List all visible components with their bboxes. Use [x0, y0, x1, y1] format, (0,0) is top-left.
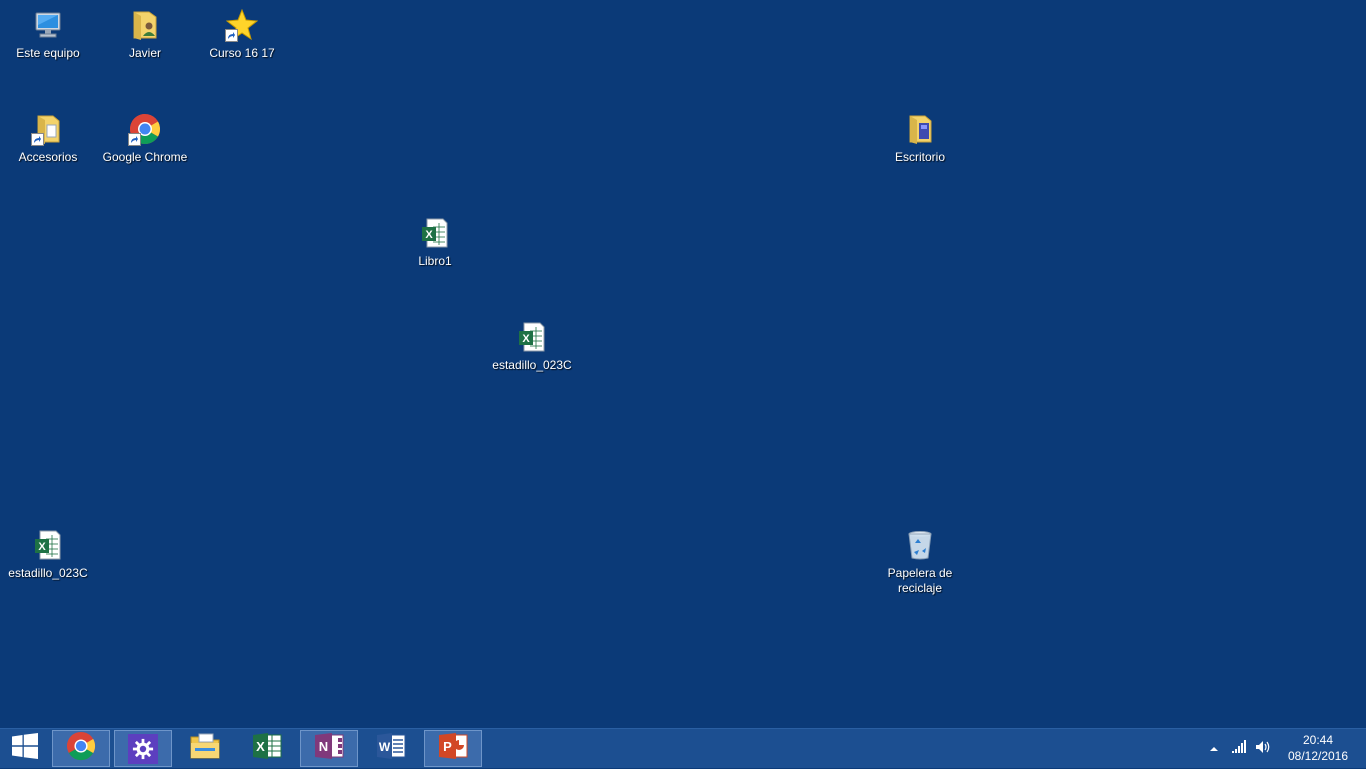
clock-date: 08/12/2016: [1287, 749, 1349, 763]
svg-text:X: X: [425, 229, 433, 241]
svg-text:P: P: [443, 739, 452, 754]
desktop-icon-label: Este equipo: [16, 46, 80, 60]
gear-icon: [128, 733, 158, 764]
desktop-icon-label: Accesorios: [18, 150, 78, 164]
desktop-icon-javier[interactable]: Javier: [97, 8, 193, 61]
svg-text:X: X: [38, 541, 46, 553]
desktop-icon-curso-16-17[interactable]: Curso 16 17: [194, 8, 290, 61]
taskbar-chrome-button[interactable]: [52, 730, 110, 767]
svg-text:N: N: [319, 739, 328, 754]
excel-file-icon: X: [31, 528, 65, 562]
svg-text:X: X: [256, 739, 265, 754]
desktop-icon-label: Javier: [128, 46, 161, 60]
taskbar-excel-button[interactable]: X: [238, 730, 296, 767]
desktop-icon-label: Escritorio: [894, 150, 945, 164]
desktop-icon-escritorio[interactable]: Escritorio: [872, 112, 968, 165]
desktop-icon-estadillo-023c[interactable]: X estadillo_023C: [484, 320, 580, 373]
taskbar-onenote-button[interactable]: N: [300, 730, 358, 767]
speaker-icon: [1255, 740, 1271, 759]
chevron-up-icon: [1209, 740, 1219, 758]
desktop-icon-papelera-de-reciclaje[interactable]: Papelera de reciclaje: [872, 528, 968, 596]
star-shortcut-icon: [225, 8, 259, 42]
excel-file-icon: X: [515, 320, 549, 354]
folder-shortcut-icon: [31, 112, 65, 146]
chrome-icon: [66, 731, 96, 766]
shortcut-arrow-icon: [225, 29, 238, 42]
desktop-icon-label: estadillo_023C: [492, 358, 572, 372]
taskbar: X N W P 20:44 08/12/2016: [0, 728, 1366, 768]
desktop-icon-label: Papelera de reciclaje: [887, 566, 953, 595]
desktop-icon-este-equipo[interactable]: Este equipo: [0, 8, 96, 61]
desktop-icon-accesorios[interactable]: Accesorios: [0, 112, 96, 165]
computer-icon: [31, 8, 65, 42]
shortcut-arrow-icon: [31, 133, 44, 146]
shortcut-arrow-icon: [128, 133, 141, 146]
clock-time: 20:44: [1302, 733, 1334, 747]
taskbar-clock[interactable]: 20:44 08/12/2016: [1286, 732, 1350, 764]
word-icon: W: [376, 732, 406, 765]
onenote-icon: N: [314, 732, 344, 765]
svg-text:W: W: [379, 740, 391, 754]
recycle-bin-icon: [903, 528, 937, 562]
user-folder-icon: [128, 8, 162, 42]
windows-logo-icon: [12, 733, 38, 764]
powerpoint-icon: P: [438, 732, 468, 765]
network-signal-icon: [1231, 739, 1247, 759]
chrome-icon: [128, 112, 162, 146]
excel-icon: X: [252, 732, 282, 765]
desktop-icon-libro1[interactable]: X Libro1: [387, 216, 483, 269]
start-button[interactable]: [0, 730, 50, 767]
excel-file-icon: X: [418, 216, 452, 250]
taskbar-word-button[interactable]: W: [362, 730, 420, 767]
tray-network-button[interactable]: [1228, 729, 1250, 769]
taskbar-file-explorer-button[interactable]: [176, 730, 234, 767]
desktop-icon-label: Curso 16 17: [209, 46, 275, 60]
taskbar-settings-button[interactable]: [114, 730, 172, 767]
file-explorer-icon: [189, 731, 221, 766]
tray-volume-button[interactable]: [1252, 729, 1274, 769]
taskbar-powerpoint-button[interactable]: P: [424, 730, 482, 767]
desktop-icon-label: Libro1: [418, 254, 452, 268]
desktop-icon-label: Google Chrome: [102, 150, 188, 164]
folder-icon: [903, 112, 937, 146]
tray-overflow-button[interactable]: [1204, 729, 1224, 769]
desktop-icon-google-chrome[interactable]: Google Chrome: [97, 112, 193, 165]
desktop-icon-estadillo-023c[interactable]: X estadillo_023C: [0, 528, 96, 581]
svg-text:X: X: [522, 333, 530, 345]
desktop: Este equipo Javier Curso 16 17 Accesorio…: [0, 0, 1366, 728]
desktop-icon-label: estadillo_023C: [8, 566, 88, 580]
